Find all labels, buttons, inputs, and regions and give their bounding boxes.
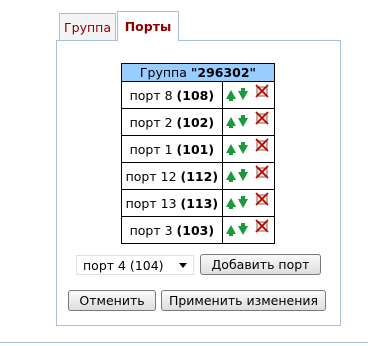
table-row: порт 12 (112) [121, 162, 276, 190]
arrow-down-icon[interactable] [237, 223, 248, 235]
port-actions [221, 108, 276, 136]
delete-icon[interactable] [255, 138, 269, 152]
divider [0, 342, 368, 343]
ports-table: Группа "296302" порт 8 (108) порт 2 (102)… [121, 63, 276, 244]
port-number: (103) [176, 222, 215, 238]
table-header: Группа "296302" [121, 63, 275, 82]
delete-icon[interactable] [255, 165, 269, 179]
arrow-up-icon[interactable] [225, 225, 236, 236]
port-name: порт 13 [125, 195, 177, 211]
arrow-up-icon[interactable] [225, 171, 236, 182]
arrow-down-icon[interactable] [237, 88, 248, 100]
arrow-down-icon[interactable] [237, 169, 248, 181]
chevron-down-icon [179, 263, 187, 268]
port-name-cell: порт 8 (108) [121, 81, 223, 109]
arrow-down-icon[interactable] [237, 196, 248, 208]
header-group-id: "296302" [190, 65, 257, 80]
arrow-up-icon[interactable] [225, 117, 236, 128]
port-number: (113) [180, 195, 219, 211]
port-name-cell: порт 2 (102) [121, 108, 223, 136]
port-name-cell: порт 1 (101) [121, 135, 223, 163]
port-actions [221, 81, 276, 109]
delete-icon[interactable] [255, 192, 269, 206]
port-actions [221, 135, 276, 163]
port-select[interactable]: порт 4 (104) [76, 255, 194, 275]
port-select-value: порт 4 (104) [83, 257, 164, 273]
port-name: порт 3 [129, 222, 173, 238]
arrow-up-icon[interactable] [225, 90, 236, 101]
apply-changes-button[interactable]: Применить изменения [161, 290, 326, 311]
tab-ports[interactable]: Порты [117, 11, 179, 41]
table-row: порт 1 (101) [121, 135, 276, 163]
port-name: порт 2 [129, 114, 173, 130]
port-name: порт 1 [129, 141, 173, 157]
port-name-cell: порт 13 (113) [121, 189, 223, 217]
port-name: порт 12 [125, 168, 177, 184]
port-name: порт 8 [129, 87, 173, 103]
port-name-cell: порт 3 (103) [121, 216, 223, 244]
delete-icon[interactable] [255, 84, 269, 98]
port-actions [221, 162, 276, 190]
arrow-down-icon[interactable] [237, 142, 248, 154]
table-row: порт 3 (103) [121, 216, 276, 244]
port-actions [221, 189, 276, 217]
arrow-up-icon[interactable] [225, 144, 236, 155]
arrow-up-icon[interactable] [225, 198, 236, 209]
table-row: порт 8 (108) [121, 81, 276, 109]
port-actions [221, 216, 276, 244]
tab-ports-label: Порты [124, 19, 172, 34]
table-row: порт 13 (113) [121, 189, 276, 217]
header-prefix: Группа [139, 65, 191, 80]
tab-group[interactable]: Группа [59, 13, 116, 40]
delete-icon[interactable] [255, 111, 269, 125]
arrow-down-icon[interactable] [237, 115, 248, 127]
port-number: (102) [176, 114, 215, 130]
port-name-cell: порт 12 (112) [121, 162, 223, 190]
tab-group-label: Группа [64, 19, 111, 35]
port-number: (101) [176, 141, 215, 157]
port-number: (112) [180, 168, 219, 184]
cancel-button[interactable]: Отменить [68, 290, 156, 311]
add-port-button[interactable]: Добавить порт [200, 254, 321, 275]
port-number: (108) [176, 87, 215, 103]
table-row: порт 2 (102) [121, 108, 276, 136]
delete-icon[interactable] [255, 219, 269, 233]
